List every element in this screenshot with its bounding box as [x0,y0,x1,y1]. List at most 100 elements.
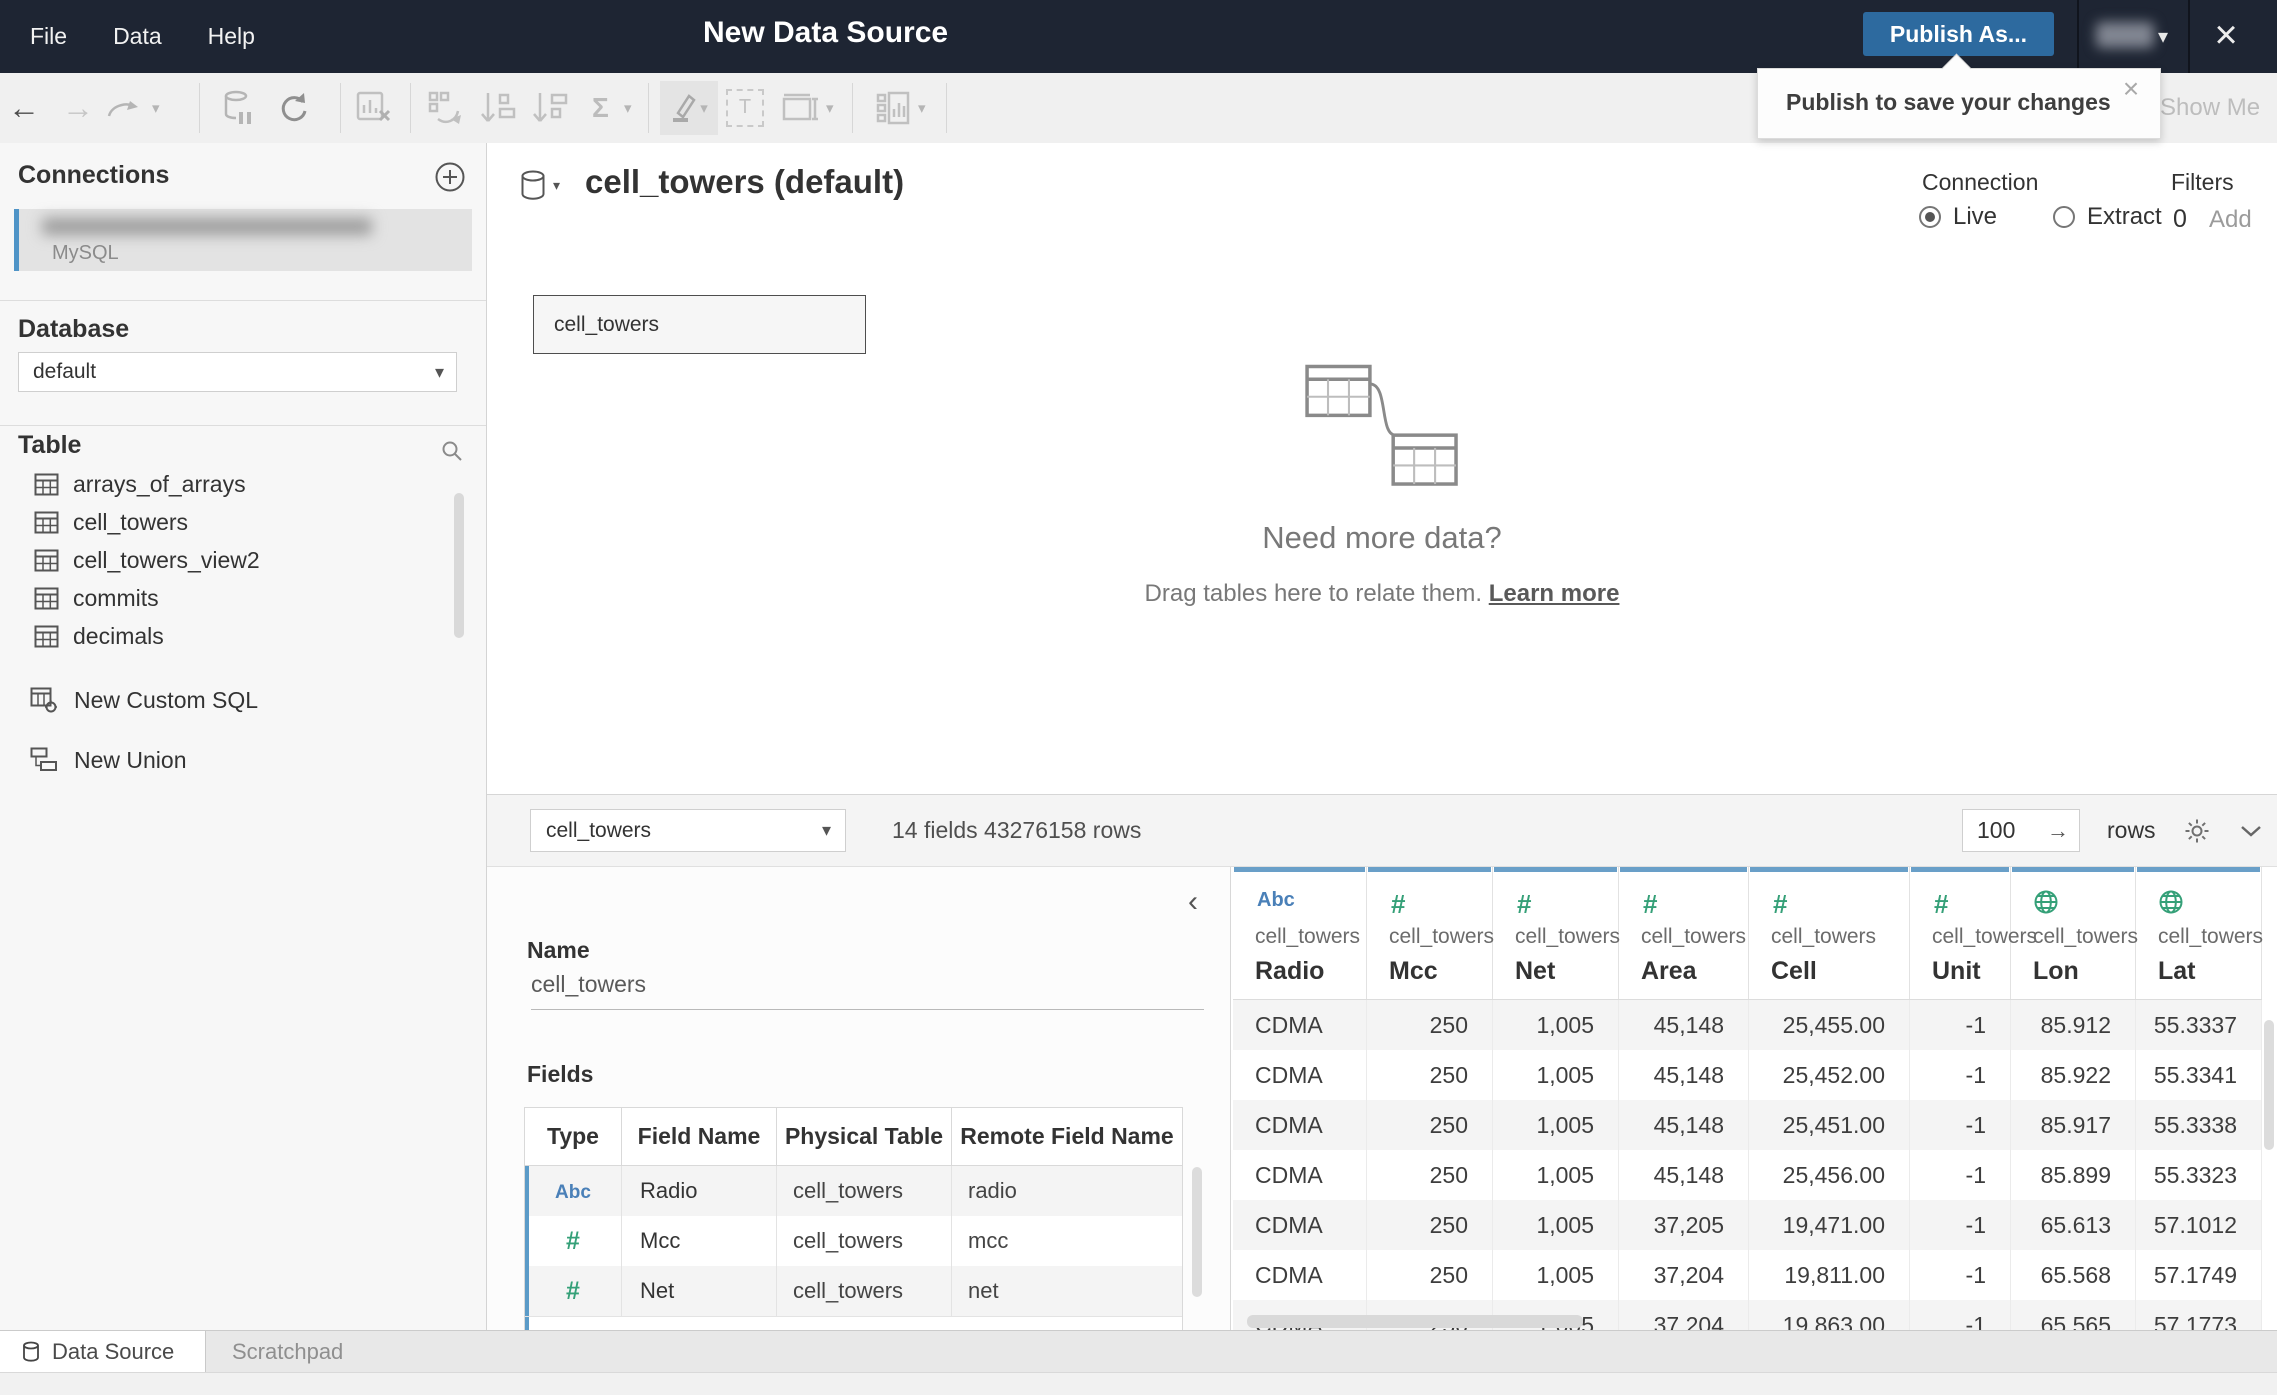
datasource-title: cell_towers (default) [585,163,905,200]
table-list-item[interactable]: cell_towers_view2 [0,541,486,579]
preview-settings-gear-icon[interactable] [2184,818,2210,844]
swap-rows-columns-icon[interactable] [428,91,466,125]
custom-sql-icon [30,687,57,713]
cell-unit: -1 [1910,1050,2011,1100]
pause-updates-icon[interactable] [222,90,256,126]
grid-vertical-scrollbar-thumb[interactable] [2264,1020,2274,1150]
cell-mcc: 250 [1367,1150,1493,1200]
sort-ascending-icon[interactable] [480,91,516,125]
undo-icon[interactable]: ← [8,90,40,127]
cell-radio: CDMA [1233,1150,1367,1200]
table-grid-icon [34,625,59,647]
grid-header-row: Abc cell_towers Radio # cell_towers Mcc … [1233,867,2263,1000]
tab-data-source[interactable]: Data Source [0,1331,206,1373]
menu-help[interactable]: Help [208,23,255,50]
highlight-pen-icon [673,94,696,122]
show-me-panel-icon[interactable] [876,91,910,125]
sort-descending-icon[interactable] [532,91,568,125]
cell-lon: 65.613 [2011,1200,2136,1250]
grid-column-header[interactable]: # cell_towers Unit [1910,867,2037,999]
field-row-partial [525,1316,1182,1330]
highlight-tool-button[interactable]: ▾ [660,81,718,135]
replay-caret-icon[interactable]: ▾ [152,99,160,117]
column-type-icon: # [1934,889,1949,919]
grid-horizontal-scrollbar-thumb[interactable] [1247,1315,1583,1328]
name-input-underline [531,1009,1204,1010]
table-name-label: commits [73,584,159,611]
table-list-item[interactable]: commits [0,579,486,617]
sidebar-scrollbar-thumb[interactable] [454,493,464,638]
live-label[interactable]: Live [1953,203,1997,231]
grid-column-header[interactable]: # cell_towers Cell [1749,867,1910,999]
show-me-caret-icon[interactable]: ▾ [918,99,926,117]
grid-column-header[interactable]: # cell_towers Net [1493,867,1620,999]
grid-column-header[interactable]: Abc cell_towers Radio [1233,867,1367,999]
grid-column-header[interactable]: cell_towers Lon [2011,867,2138,999]
user-avatar-redacted[interactable] [2096,22,2154,48]
cell-net: 1,005 [1493,1250,1619,1300]
totals-caret-icon[interactable]: ▾ [624,99,632,117]
extract-radio[interactable] [2053,206,2076,228]
window-close-icon[interactable]: × [2198,10,2254,62]
title-bar: File Data Help New Data Source Publish A… [0,0,2277,73]
preview-table-select[interactable]: cell_towers ▾ [530,809,846,852]
new-custom-sql-item[interactable]: New Custom SQL [0,681,486,719]
cell-area: 37,204 [1619,1300,1749,1330]
field-row[interactable]: Abc Radio cell_towers radio [525,1166,1182,1216]
redo-icon[interactable]: → [62,90,94,127]
table-list-item[interactable]: arrays_of_arrays [0,465,486,503]
text-label-tool-icon[interactable]: T [726,89,764,127]
replay-icon[interactable] [106,96,142,120]
extract-label[interactable]: Extract [2087,203,2162,231]
fields-scrollbar-thumb[interactable] [1192,1167,1202,1297]
grid-column-header[interactable]: cell_towers Lat [2136,867,2263,999]
cell-mcc: 250 [1367,1050,1493,1100]
preview-collapse-chevron-icon[interactable] [2239,823,2263,839]
window-title: New Data Source [703,16,949,49]
new-union-item[interactable]: New Union [0,741,486,779]
cell-unit: -1 [1910,1200,2011,1250]
datasource-icon-group[interactable]: ▾ [520,169,560,203]
field-row[interactable]: # Mcc cell_towers mcc [525,1216,1182,1266]
menu-file[interactable]: File [30,23,67,50]
cell-lat: 57.1749 [2136,1250,2262,1300]
row-count-submit-icon[interactable]: → [2047,810,2069,851]
publish-as-button[interactable]: Publish As... [1863,12,2054,56]
table-search-icon[interactable] [440,439,464,463]
tooltip-close-icon[interactable]: × [2116,73,2146,105]
clear-sheet-icon[interactable] [356,91,392,125]
field-row[interactable]: # Net cell_towers net [525,1266,1182,1316]
physical-table-cell: cell_towers [777,1216,952,1266]
metadata-collapse-icon[interactable]: ‹ [1188,885,1198,919]
cell-area: 45,148 [1619,1150,1749,1200]
empty-state-body: Drag tables here to relate them. Learn m… [1145,580,1620,608]
connection-item[interactable]: MySQL [14,209,472,271]
grid-column-header[interactable]: # cell_towers Area [1619,867,1749,999]
fit-caret-icon[interactable]: ▾ [826,99,834,117]
table-list-item[interactable]: decimals [0,617,486,655]
user-menu-caret-icon[interactable]: ▾ [2158,24,2168,49]
grid-column-header[interactable]: # cell_towers Mcc [1367,867,1494,999]
column-name-label: Radio [1255,957,1325,985]
table-name-label: arrays_of_arrays [73,470,246,497]
datasource-caret-icon: ▾ [553,177,561,193]
cell-area: 45,148 [1619,1050,1749,1100]
totals-sigma-icon[interactable]: Σ [592,92,609,124]
table-list-item[interactable]: cell_towers [0,503,486,541]
database-select[interactable]: default ▾ [18,352,457,392]
name-input[interactable]: cell_towers [531,971,646,998]
add-connection-icon[interactable] [434,161,466,193]
preview-table-caret-icon: ▾ [821,820,831,840]
filters-add-link[interactable]: Add [2209,206,2252,234]
refresh-icon[interactable] [276,91,310,125]
cell-radio: CDMA [1233,1050,1367,1100]
fit-selector-icon[interactable] [782,93,820,123]
show-me-button[interactable]: Show Me [2160,94,2260,122]
tab-scratchpad[interactable]: Scratchpad [206,1331,478,1373]
live-radio[interactable] [1919,206,1941,228]
learn-more-link[interactable]: Learn more [1489,580,1620,607]
table-node-cell-towers[interactable]: cell_towers [533,295,866,354]
publish-tooltip: Publish to save your changes × [1757,68,2161,139]
row-count-input[interactable]: 100 → [1962,809,2080,852]
menu-data[interactable]: Data [113,23,162,50]
